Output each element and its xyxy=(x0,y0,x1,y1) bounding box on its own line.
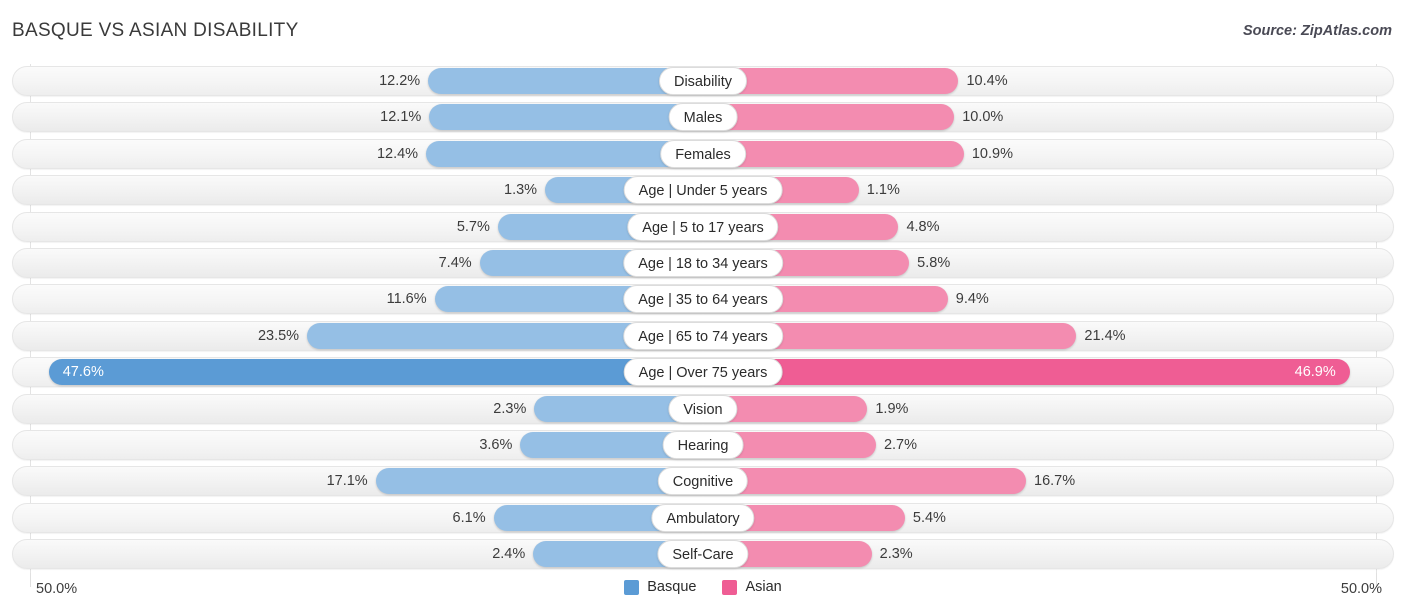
category-label-pill[interactable]: Disability xyxy=(658,67,748,95)
value-label-asian: 16.7% xyxy=(1034,473,1076,490)
value-label-asian: 10.9% xyxy=(971,145,1013,162)
category-label-pill[interactable]: Age | 65 to 74 years xyxy=(623,321,783,350)
value-label-basque: 12.2% xyxy=(379,73,421,89)
chart-plot-area: 12.2% 10.4% Disability 12.1% 10.0% Males 12.4%… xyxy=(0,64,1406,573)
legend-label: Basque xyxy=(647,579,697,595)
legend-swatch-icon xyxy=(624,579,640,595)
table-row[interactable]: 3.6% 2.7% Hearing xyxy=(12,430,1394,460)
legend-item-basque[interactable]: Basque xyxy=(624,579,696,595)
bar-basque[interactable] xyxy=(375,468,703,495)
table-row[interactable]: 11.6% 9.4% Age | 35 to 64 years xyxy=(12,284,1394,315)
table-row[interactable]: 1.3% 1.1% Age | Under 5 years xyxy=(12,175,1394,206)
category-label-pill[interactable]: Males xyxy=(668,103,738,132)
category-label-pill[interactable]: Self-Care xyxy=(657,540,749,569)
value-label-asian: 10.4% xyxy=(966,73,1008,89)
table-row[interactable]: 47.6% 46.9% Age | Over 75 years xyxy=(12,357,1394,388)
value-label-asian: 5.8% xyxy=(917,255,951,271)
value-label-basque: 2.4% xyxy=(492,546,526,563)
value-label-asian: 4.8% xyxy=(906,218,940,235)
category-label-pill[interactable]: Age | 18 to 34 years xyxy=(623,249,783,277)
value-label-basque: 47.6% xyxy=(62,364,104,381)
value-label-basque: 6.1% xyxy=(452,509,486,526)
value-label-asian: 1.1% xyxy=(866,182,900,199)
value-label-basque: 7.4% xyxy=(438,255,472,271)
chart-footer: 50.0% 50.0% Basque Asian xyxy=(0,573,1406,612)
value-label-basque: 23.5% xyxy=(257,327,300,344)
table-row[interactable]: 2.3% 1.9% Vision xyxy=(12,393,1394,424)
table-row[interactable]: 17.1% 16.7% Cognitive xyxy=(12,466,1394,497)
table-row[interactable]: 2.4% 2.3% Self-Care xyxy=(12,539,1394,570)
legend-swatch-icon xyxy=(722,579,738,595)
bar-basque[interactable] xyxy=(429,104,703,131)
value-label-basque: 12.4% xyxy=(376,145,419,162)
value-label-basque: 3.6% xyxy=(479,437,513,453)
bar-basque[interactable] xyxy=(48,359,703,386)
disability-comparison-chart: BASQUE VS ASIAN DISABILITY Source: ZipAt… xyxy=(0,0,1406,612)
value-label-basque: 11.6% xyxy=(386,291,427,308)
value-label-basque: 17.1% xyxy=(326,473,368,490)
value-label-asian: 2.7% xyxy=(883,437,917,453)
category-label-pill[interactable]: Ambulatory xyxy=(651,503,755,532)
table-row[interactable]: 12.2% 10.4% Disability xyxy=(12,66,1394,96)
table-row[interactable]: 7.4% 5.8% Age | 18 to 34 years xyxy=(12,248,1394,278)
category-label-pill[interactable]: Females xyxy=(660,139,746,168)
bar-asian[interactable] xyxy=(703,104,955,131)
legend-item-asian[interactable]: Asian xyxy=(722,579,782,595)
bar-asian[interactable] xyxy=(703,359,1350,386)
table-row[interactable]: 5.7% 4.8% Age | 5 to 17 years xyxy=(12,211,1394,242)
value-label-basque: 5.7% xyxy=(456,218,490,235)
value-label-asian: 46.9% xyxy=(1294,364,1336,381)
value-label-asian: 21.4% xyxy=(1084,327,1126,344)
value-label-asian: 2.3% xyxy=(879,546,913,563)
category-label-pill[interactable]: Age | Under 5 years xyxy=(623,176,783,205)
category-label-pill[interactable]: Hearing xyxy=(662,431,744,459)
category-label-pill[interactable]: Age | Over 75 years xyxy=(623,358,783,387)
table-row[interactable]: 6.1% 5.4% Ambulatory xyxy=(12,502,1394,533)
value-label-basque: 12.1% xyxy=(380,109,422,126)
bar-asian[interactable] xyxy=(703,468,1027,495)
legend-label: Asian xyxy=(745,579,782,595)
value-label-asian: 9.4% xyxy=(955,291,989,308)
source-attribution: Source: ZipAtlas.com xyxy=(1242,23,1392,39)
category-label-pill[interactable]: Cognitive xyxy=(657,467,749,496)
value-label-asian: 5.4% xyxy=(912,509,946,526)
value-label-basque: 2.3% xyxy=(493,400,527,417)
table-row[interactable]: 12.4% 10.9% Females xyxy=(12,138,1394,169)
chart-header: BASQUE VS ASIAN DISABILITY Source: ZipAt… xyxy=(0,0,1406,64)
table-row[interactable]: 12.1% 10.0% Males xyxy=(12,102,1394,133)
chart-legend: Basque Asian xyxy=(0,579,1406,595)
category-label-pill[interactable]: Vision xyxy=(668,394,738,423)
table-row[interactable]: 23.5% 21.4% Age | 65 to 74 years xyxy=(12,320,1394,351)
value-label-asian: 10.0% xyxy=(962,109,1004,126)
category-label-pill[interactable]: Age | 5 to 17 years xyxy=(627,212,779,241)
category-label-pill[interactable]: Age | 35 to 64 years xyxy=(623,285,783,314)
page-title: BASQUE VS ASIAN DISABILITY xyxy=(12,20,299,41)
value-label-basque: 1.3% xyxy=(504,182,538,199)
value-label-asian: 1.9% xyxy=(875,400,909,417)
